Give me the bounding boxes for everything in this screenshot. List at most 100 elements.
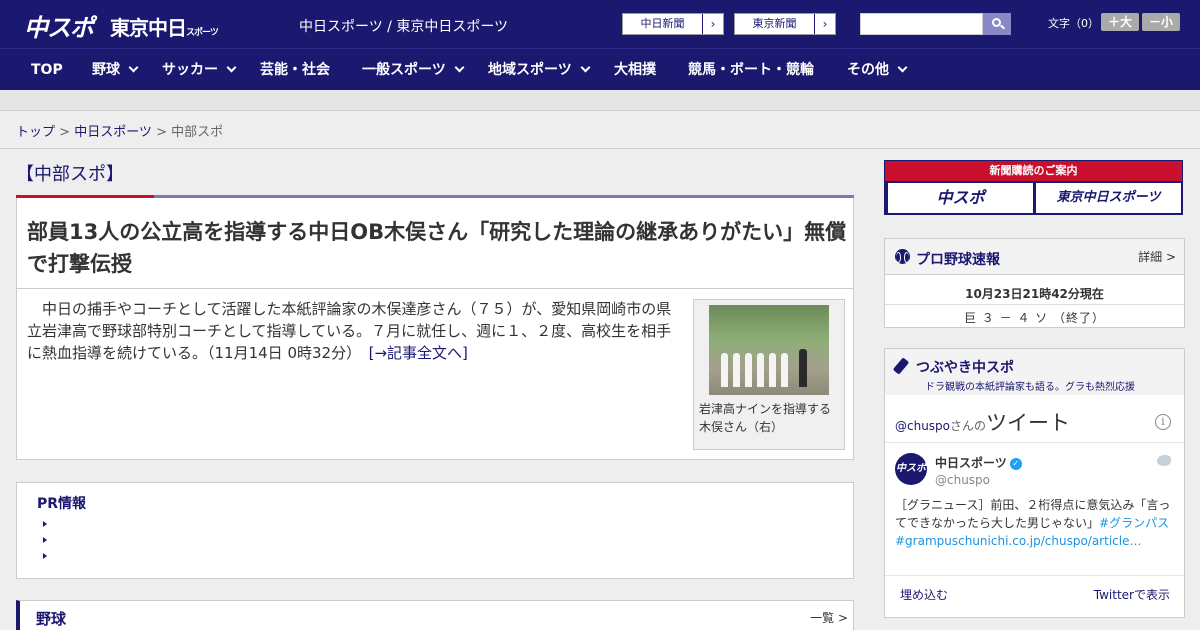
chuspo-logo[interactable]: 中スポ — [24, 8, 94, 43]
twitter-panel-title: つぶやき中スポ — [916, 360, 1014, 376]
twitter-handle-link[interactable]: @chuspo — [895, 419, 950, 433]
bullet-icon — [43, 537, 47, 543]
twitter-timeline-heading: @chuspoさんのツイート — [895, 407, 1070, 437]
player-figure — [769, 353, 776, 387]
font-smaller-button[interactable]: －小 — [1142, 13, 1180, 31]
player-figure — [781, 353, 788, 387]
tweets-heading: ツイート — [986, 411, 1071, 435]
nav-item-entertainment[interactable]: 芸能・社会 — [260, 49, 330, 91]
pen-icon — [892, 357, 910, 375]
chunichi-shimbun-link[interactable]: 中日新聞 › — [622, 13, 724, 35]
search-input[interactable] — [860, 13, 983, 35]
nav-item-soccer[interactable]: サッカー — [162, 49, 237, 91]
article-lead: 中日の捕手やコーチとして活躍した本紙評論家の木俣達彦さん（７５）が、愛知県岡崎市… — [27, 298, 685, 364]
score-result[interactable]: 巨 ３ － ４ ソ （終了） — [885, 309, 1184, 326]
search-button[interactable] — [983, 13, 1011, 35]
nav-label: TOP — [31, 62, 63, 78]
baseball-list-link[interactable]: 一覧 > — [810, 609, 848, 626]
nav-item-general-sports[interactable]: 一般スポーツ — [362, 49, 465, 91]
breadcrumb-top-link[interactable]: トップ — [16, 125, 55, 140]
tweet-text: ［グラニュース］前田、２桁得点に意気込み「言ってできなかったら大した男じゃない」… — [895, 496, 1175, 550]
verified-icon: ✓ — [1009, 457, 1022, 470]
bullet-icon — [43, 521, 47, 527]
nav-label: サッカー — [162, 62, 218, 78]
player-figure — [745, 353, 752, 387]
twitter-panel-header: つぶやき中スポ ドラ観戦の本紙評論家も語る。グラも熱烈応援 — [885, 349, 1184, 395]
nav-label: 競馬・ボート・競輪 — [688, 62, 814, 78]
tweet-hashtag-link[interactable]: #グランパス — [1099, 516, 1169, 530]
chevron-down-icon — [226, 62, 237, 73]
photo-caption: 岩津高ナインを指導する木俣さん（右） — [699, 402, 832, 434]
tweet-author-id[interactable]: @chuspo — [935, 473, 990, 487]
divider — [885, 304, 1184, 305]
subscription-banner: 新聞購読のご案内 中スポ 東京中日スポーツ — [884, 160, 1183, 215]
nav-item-sumo[interactable]: 大相撲 — [614, 49, 656, 91]
breadcrumb: トップ > 中日スポーツ > 中部スポ — [16, 121, 223, 140]
chevron-down-icon — [128, 62, 139, 73]
nav-label: 野球 — [92, 62, 120, 78]
subscription-heading: 新聞購読のご案内 — [885, 161, 1182, 181]
nav-item-top[interactable]: TOP — [31, 49, 63, 91]
pr-title: PR情報 — [37, 496, 87, 512]
baseball-section-title: 野球 — [36, 610, 67, 628]
tweet-author-name[interactable]: 中日スポーツ ✓ — [935, 454, 1022, 471]
tweet-url-link[interactable]: #grampuschunichi.co.jp/chuspo/article… — [895, 534, 1141, 548]
player-figure — [733, 353, 740, 387]
divider — [17, 288, 853, 289]
article-lead-text: 中日の捕手やコーチとして活躍した本紙評論家の木俣達彦さん（７５）が、愛知県岡崎市… — [27, 300, 672, 362]
divider — [0, 148, 1200, 149]
tokyo-shimbun-link[interactable]: 東京新聞 › — [734, 13, 836, 35]
chevron-down-icon — [897, 62, 908, 73]
article-card: 部員13人の公立高を指導する中日OB木俣さん「研究した理論の継承ありがたい」無償… — [16, 198, 854, 460]
chevron-down-icon — [454, 62, 465, 73]
nav-label: 大相撲 — [614, 62, 656, 78]
divider — [885, 442, 1184, 443]
twitter-panel-subtitle: ドラ観戦の本紙評論家も語る。グラも熱烈応援 — [925, 382, 1135, 393]
breadcrumb-separator: > — [55, 125, 75, 140]
tokyo-logo-small: スポーツ — [186, 28, 219, 38]
score-panel-title: プロ野球速報 — [916, 252, 1000, 268]
tweet-author-name-text: 中日スポーツ — [935, 456, 1007, 470]
tokyo-chunichi-logo[interactable]: 東京中日スポーツ — [110, 12, 219, 41]
main-nav: TOP 野球 サッカー 芸能・社会 一般スポーツ 地域スポーツ 大相撲 競馬・ボ… — [0, 48, 1200, 90]
chevron-right-icon: › — [822, 17, 828, 31]
twitter-panel: つぶやき中スポ ドラ観戦の本紙評論家も語る。グラも熱烈応援 @chuspoさんの… — [884, 348, 1185, 618]
site-header: 中スポ 東京中日スポーツ 中日スポーツ / 東京中日スポーツ 中日新聞 › 東京… — [0, 0, 1200, 48]
bullet-icon — [43, 553, 47, 559]
read-more-link[interactable]: [→記事全文へ] — [369, 344, 468, 362]
score-panel-header: プロ野球速報 詳細 > — [885, 239, 1184, 275]
baseball-score-panel: プロ野球速報 詳細 > 10月23日21時42分現在 巨 ３ － ４ ソ （終了… — [884, 238, 1185, 328]
font-size-label: 文字（0） — [1048, 17, 1099, 30]
twitter-bird-icon[interactable] — [1157, 455, 1171, 466]
divider — [885, 575, 1184, 576]
nav-item-racing[interactable]: 競馬・ボート・競輪 — [688, 49, 814, 91]
score-detail-link[interactable]: 詳細 > — [1138, 248, 1176, 265]
article-photo[interactable] — [709, 305, 829, 395]
breadcrumb-chunichi-link[interactable]: 中日スポーツ — [74, 125, 152, 140]
tokyo-subscribe-button[interactable]: 東京中日スポーツ — [1036, 183, 1181, 213]
header-site-names: 中日スポーツ / 東京中日スポーツ — [299, 19, 509, 35]
avatar[interactable]: 中スポ — [895, 453, 927, 485]
nav-item-local-sports[interactable]: 地域スポーツ — [488, 49, 591, 91]
nav-label: その他 — [847, 62, 889, 78]
embed-link[interactable]: 埋め込む — [900, 586, 948, 603]
nav-item-baseball[interactable]: 野球 — [92, 49, 139, 91]
chuspo-subscribe-button[interactable]: 中スポ — [888, 183, 1033, 213]
view-on-twitter-link[interactable]: Twitterで表示 — [1094, 586, 1170, 603]
score-timestamp: 10月23日21時42分現在 — [965, 287, 1104, 301]
article-headline[interactable]: 部員13人の公立高を指導する中日OB木俣さん「研究した理論の継承ありがたい」無償… — [27, 216, 847, 280]
font-larger-button[interactable]: ＋大 — [1101, 13, 1139, 31]
coach-figure — [799, 349, 807, 387]
breadcrumb-current: 中部スポ — [171, 125, 224, 140]
chunichi-shimbun-label: 中日新聞 — [623, 14, 703, 34]
breadcrumb-separator: > — [151, 125, 172, 140]
info-icon[interactable]: i — [1155, 414, 1171, 430]
twitter-handle-suffix: さんの — [950, 419, 987, 433]
pr-box: PR情報 — [16, 482, 854, 579]
player-figure — [721, 353, 728, 387]
nav-item-other[interactable]: その他 — [847, 49, 908, 91]
baseball-icon — [895, 249, 910, 264]
baseball-section: 野球 一覧 > — [16, 600, 854, 630]
search-icon-handle — [1000, 24, 1005, 30]
chevron-down-icon — [580, 62, 591, 73]
